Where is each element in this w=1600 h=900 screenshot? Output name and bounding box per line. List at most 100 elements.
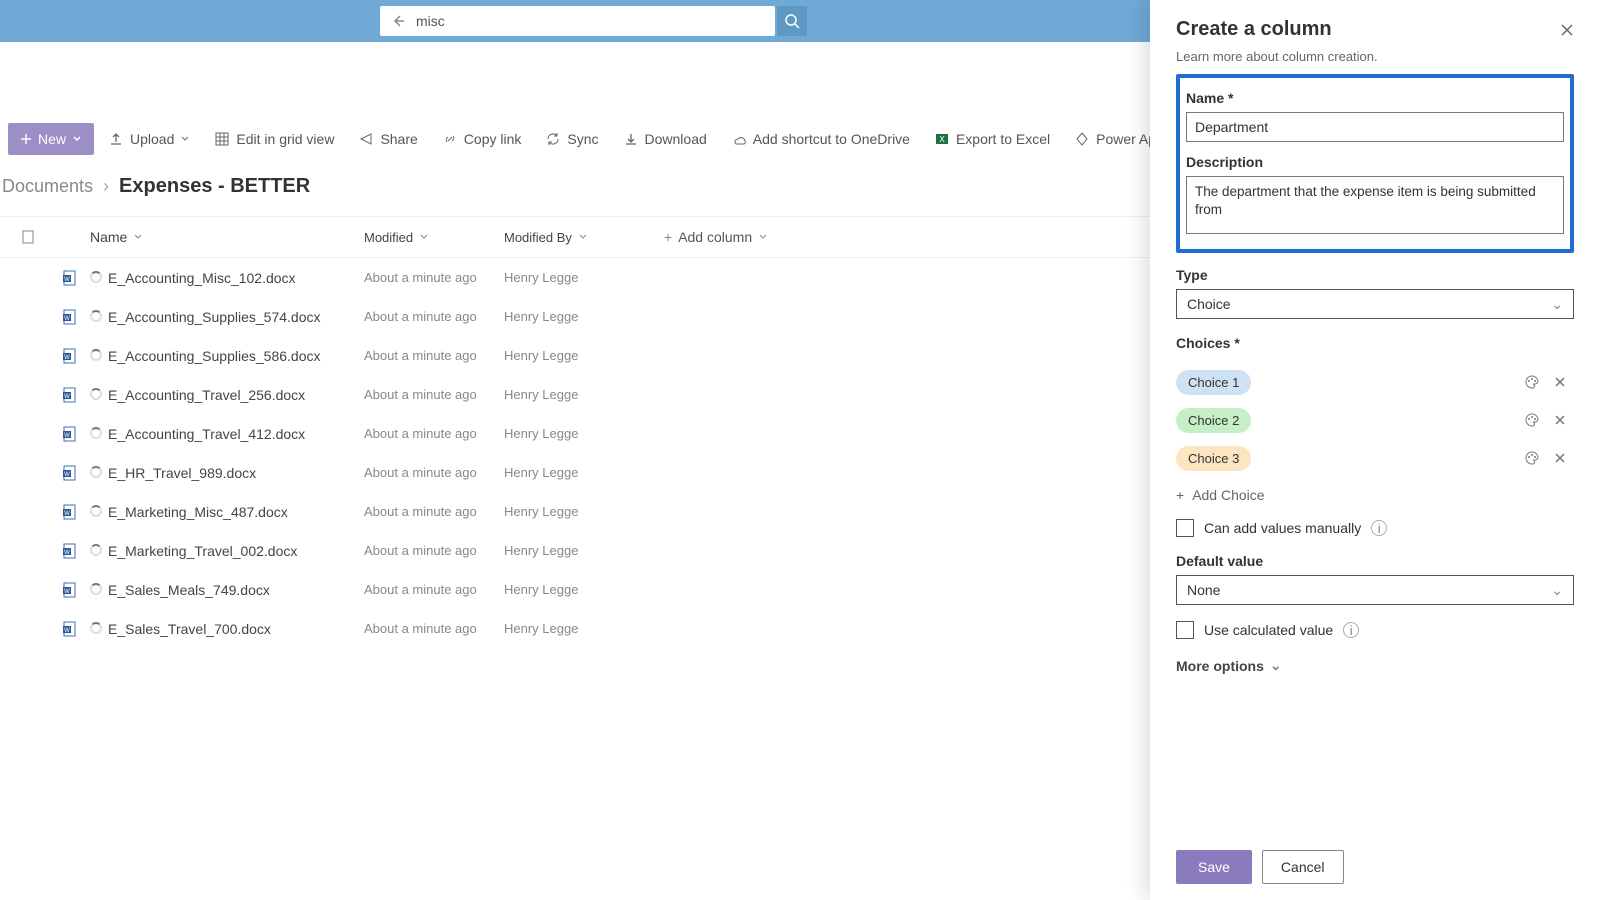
table-row[interactable]: WE_Accounting_Travel_412.docxAbout a min… [0,414,1150,453]
file-name[interactable]: E_Accounting_Misc_102.docx [108,270,296,286]
column-name[interactable]: Name [84,229,364,245]
upload-button[interactable]: Upload [98,123,200,155]
modified-by[interactable]: Henry Legge [504,426,664,441]
type-select[interactable]: Choice ⌄ [1176,289,1574,319]
modified-date: About a minute ago [364,309,504,324]
remove-choice-button[interactable] [1554,414,1574,426]
info-icon[interactable]: i [1343,622,1359,638]
table-row[interactable]: WE_Accounting_Supplies_586.docxAbout a m… [0,336,1150,375]
copy-link-button[interactable]: Copy link [432,123,532,155]
choice-row: Choice 1 [1176,363,1574,401]
file-type-header-icon[interactable] [20,229,36,245]
panel-subtitle[interactable]: Learn more about column creation. [1176,49,1574,64]
table-row[interactable]: WE_Accounting_Travel_256.docxAbout a min… [0,375,1150,414]
file-name[interactable]: E_Sales_Travel_700.docx [108,621,271,637]
modified-date: About a minute ago [364,621,504,636]
export-excel-button[interactable]: X Export to Excel [924,123,1060,155]
file-name[interactable]: E_Accounting_Travel_412.docx [108,426,305,442]
add-shortcut-button[interactable]: Add shortcut to OneDrive [721,123,920,155]
column-modified[interactable]: Modified [364,230,504,245]
table-row[interactable]: WE_Marketing_Travel_002.docxAbout a minu… [0,531,1150,570]
search-input[interactable]: misc [380,6,775,36]
word-document-icon: W [62,621,78,637]
description-label: Description [1186,154,1564,170]
cancel-button[interactable]: Cancel [1262,850,1344,884]
modified-by[interactable]: Henry Legge [504,309,664,324]
palette-icon[interactable] [1524,374,1544,390]
name-label: Name * [1186,90,1564,106]
save-button[interactable]: Save [1176,850,1252,884]
chevron-down-icon: ⌄ [1551,582,1563,599]
choice-chip[interactable]: Choice 2 [1176,408,1251,433]
info-icon[interactable]: i [1371,520,1387,536]
loading-spinner-icon [90,466,102,478]
table-row[interactable]: W E_HR_Travel_989.docx About a minute agoH… [0,453,1150,492]
chevron-down-icon [578,232,588,242]
chevron-down-icon [758,232,768,242]
modified-by[interactable]: Henry Legge [504,543,664,558]
word-document-icon: W [62,270,78,286]
svg-text:W: W [64,433,70,439]
choice-row: Choice 2 [1176,401,1574,439]
choice-chip[interactable]: Choice 1 [1176,370,1251,395]
palette-icon[interactable] [1524,412,1544,428]
search-button[interactable] [777,6,807,36]
default-value-select[interactable]: None ⌄ [1176,575,1574,605]
modified-by[interactable]: Henry Legge [504,582,664,597]
remove-choice-button[interactable] [1554,452,1574,464]
add-column-button[interactable]: +Add column [664,229,814,245]
table-row[interactable]: WE_Accounting_Supplies_574.docxAbout a m… [0,297,1150,336]
share-button[interactable]: Share [348,123,427,155]
file-name[interactable]: E_Sales_Meals_749.docx [108,582,270,598]
svg-text:W: W [64,472,70,478]
new-button[interactable]: New [8,123,94,155]
chevron-down-icon [133,232,143,242]
edit-grid-button[interactable]: Edit in grid view [204,123,344,155]
table-row[interactable]: WE_Sales_Meals_749.docxAbout a minute ag… [0,570,1150,609]
modified-by[interactable]: Henry Legge [504,504,664,519]
name-input[interactable] [1186,112,1564,142]
sync-button[interactable]: Sync [535,123,608,155]
file-name[interactable]: E_HR_Travel_989.docx [108,465,256,481]
download-icon [623,131,639,147]
calculated-value-checkbox[interactable]: Use calculated value i [1176,621,1574,639]
file-name[interactable]: E_Marketing_Travel_002.docx [108,543,297,559]
loading-spinner-icon [90,583,102,595]
loading-spinner-icon [90,388,102,400]
word-document-icon: W [62,582,78,598]
chevron-down-icon: ⌄ [1270,657,1282,674]
add-choice-button[interactable]: + Add Choice [1176,487,1574,503]
modified-date: About a minute ago [364,543,504,558]
modified-by[interactable]: Henry Legge [504,621,664,636]
plus-icon [20,133,32,145]
table-row[interactable]: WE_Marketing_Misc_487.docxAbout a minute… [0,492,1150,531]
download-button[interactable]: Download [613,123,717,155]
share-icon [358,131,374,147]
modified-by[interactable]: Henry Legge [504,465,664,480]
modified-by[interactable]: Henry Legge [504,387,664,402]
file-name[interactable]: E_Marketing_Misc_487.docx [108,504,288,520]
description-input[interactable] [1186,176,1564,234]
choice-chip[interactable]: Choice 3 [1176,446,1251,471]
highlighted-section: Name * Description [1176,74,1574,253]
breadcrumb-root[interactable]: Documents [2,176,93,197]
file-name[interactable]: E_Accounting_Supplies_586.docx [108,348,321,364]
modified-by[interactable]: Henry Legge [504,348,664,363]
table-row[interactable]: W E_Sales_Travel_700.docx About a minute a… [0,609,1150,648]
modified-date: About a minute ago [364,465,504,480]
default-value-label: Default value [1176,553,1574,569]
more-options-button[interactable]: More options ⌄ [1176,657,1574,674]
search-value: misc [416,13,445,29]
table-row[interactable]: WE_Accounting_Misc_102.docxAbout a minut… [0,258,1150,297]
svg-text:W: W [64,277,70,283]
remove-choice-button[interactable] [1554,376,1574,388]
palette-icon[interactable] [1524,450,1544,466]
close-button[interactable] [1560,23,1574,37]
column-headers: Name Modified Modified By +Add column [0,216,1150,258]
manual-values-checkbox[interactable]: Can add values manually i [1176,519,1574,537]
loading-spinner-icon [90,310,102,322]
modified-by[interactable]: Henry Legge [504,270,664,285]
file-name[interactable]: E_Accounting_Travel_256.docx [108,387,305,403]
file-name[interactable]: E_Accounting_Supplies_574.docx [108,309,321,325]
column-modified-by[interactable]: Modified By [504,230,664,245]
